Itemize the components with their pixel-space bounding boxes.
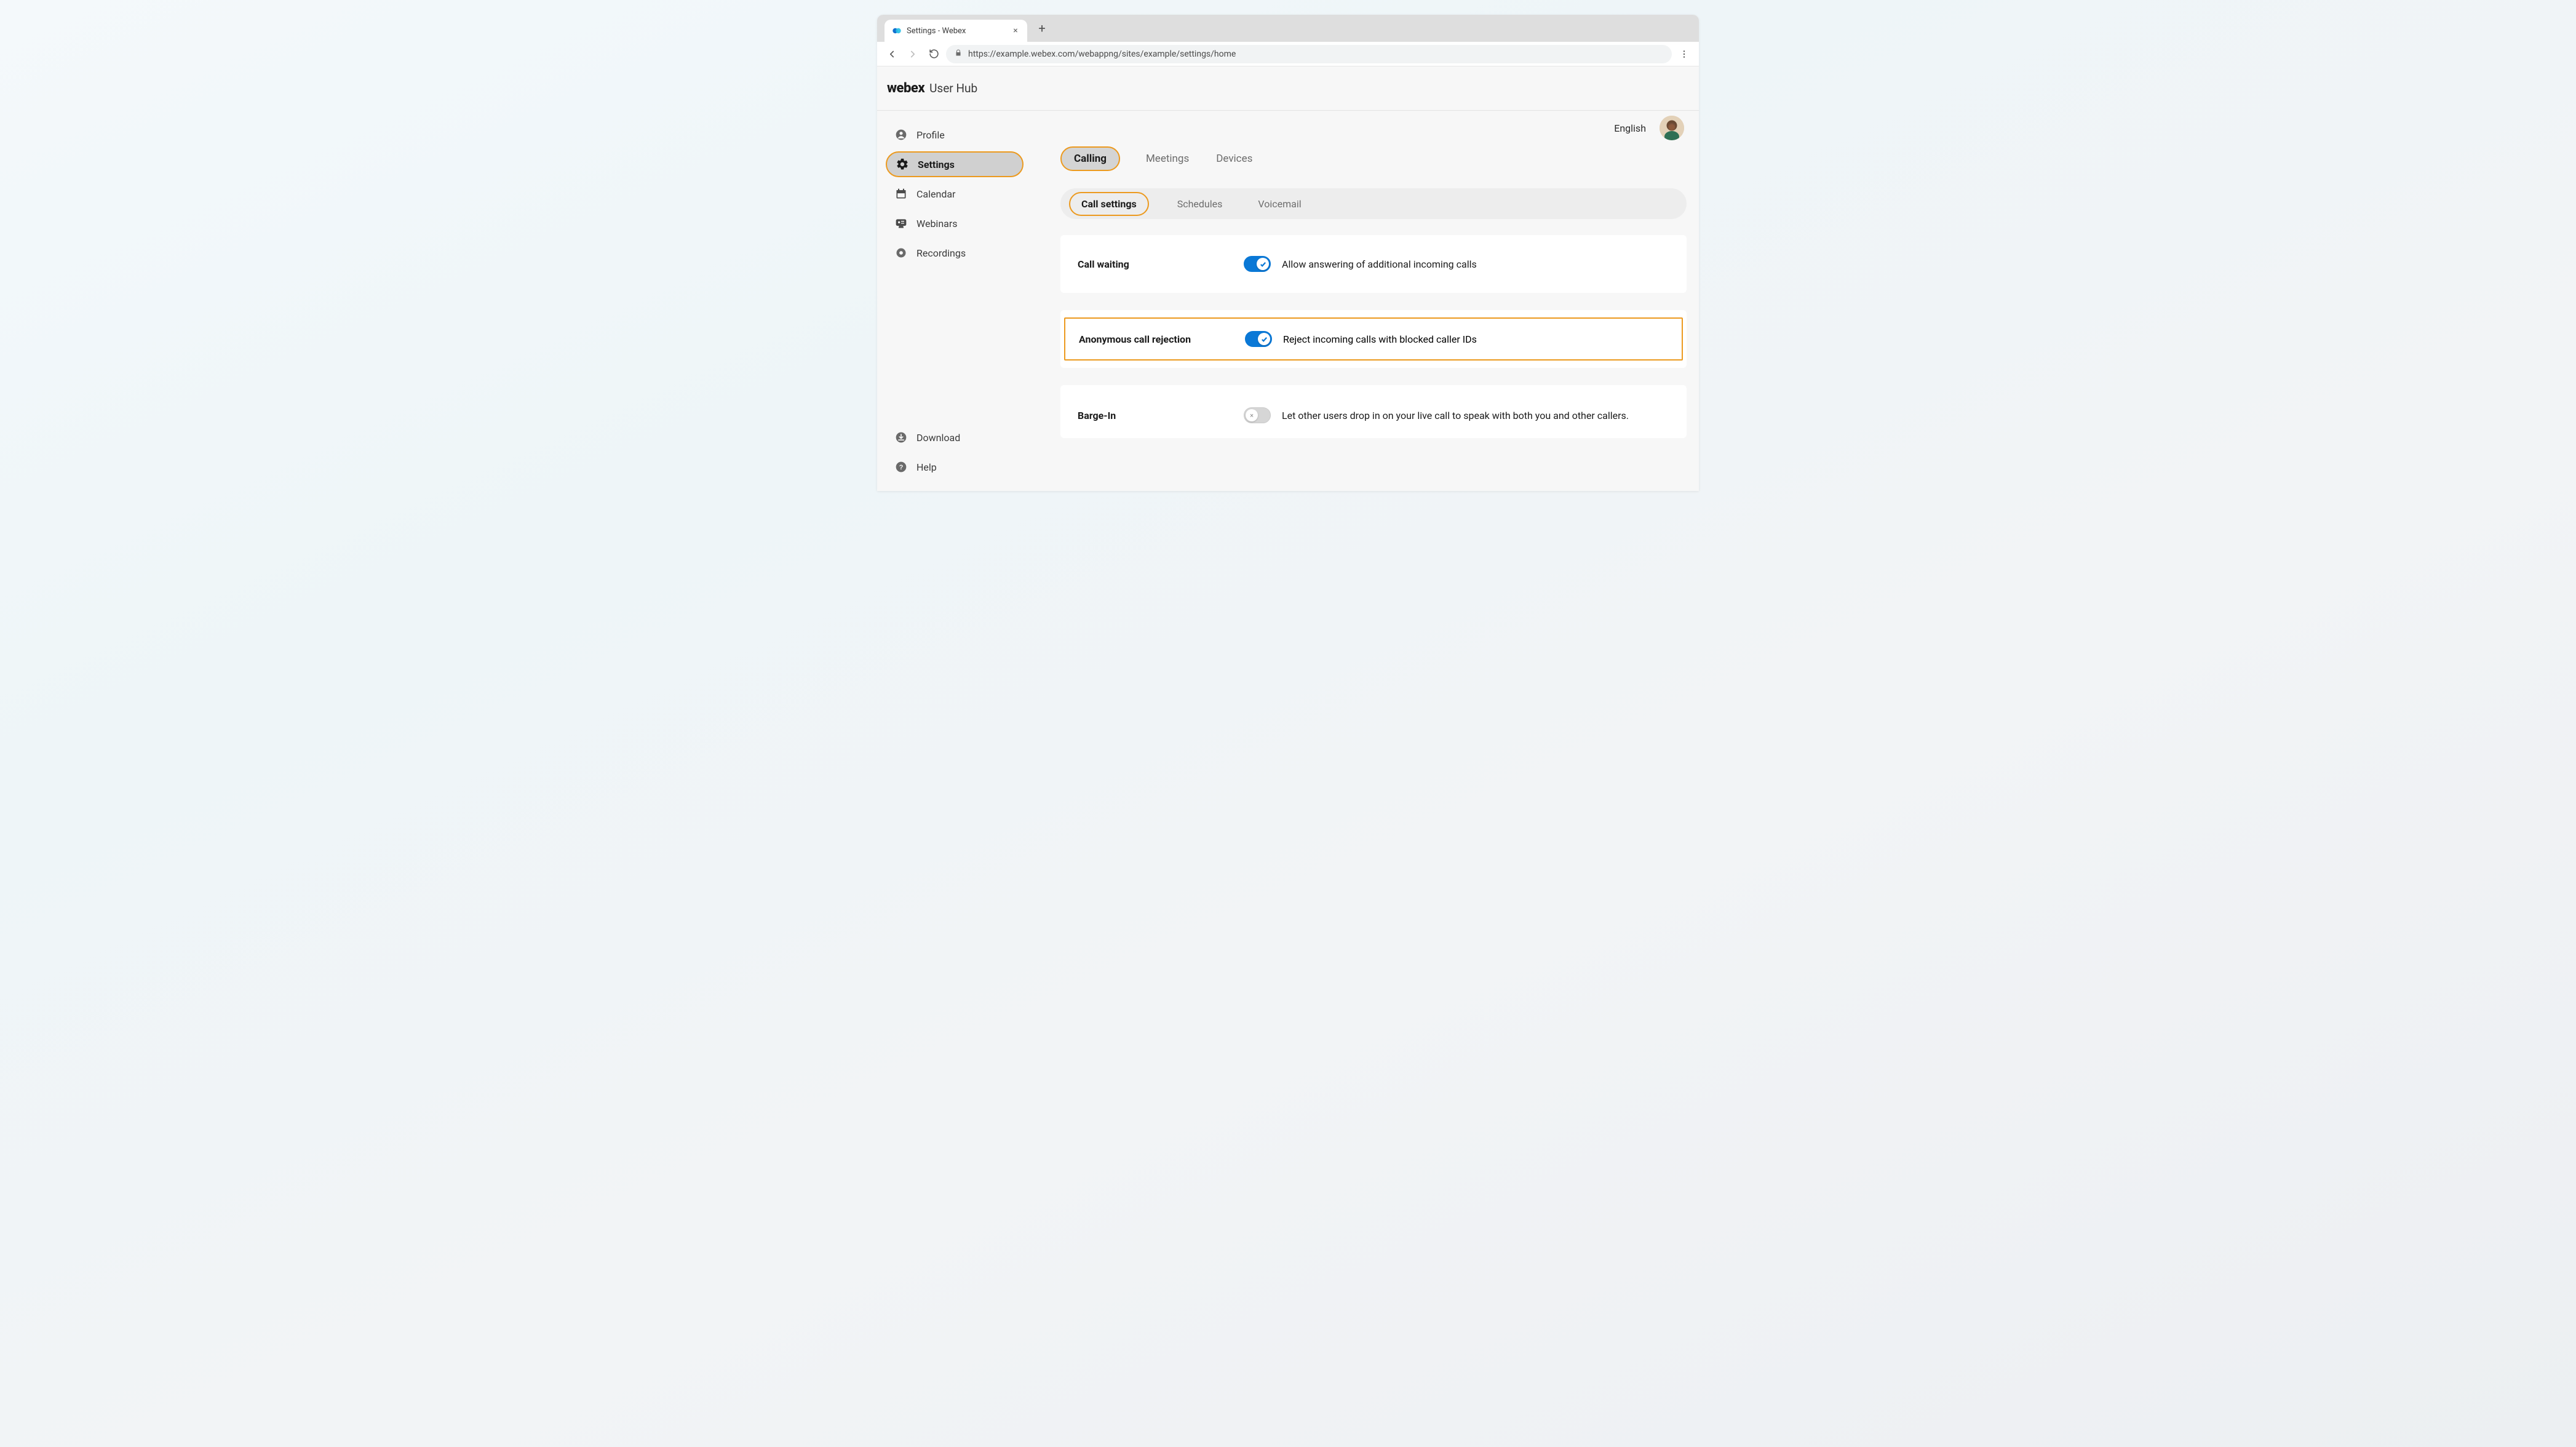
brand-wordmark: webex (887, 81, 924, 96)
sidebar-item-label: Calendar (916, 188, 955, 200)
x-icon: × (1250, 412, 1254, 419)
sidebar-item-webinars[interactable]: Webinars (886, 210, 1024, 236)
browser-window: Settings - Webex × + https://example.web… (877, 15, 1699, 491)
help-icon: ? (894, 460, 908, 474)
sidebar-item-label: Download (916, 432, 960, 444)
sidebar-item-label: Webinars (916, 218, 958, 229)
setting-title: Anonymous call rejection (1079, 333, 1245, 345)
forward-button[interactable] (904, 46, 921, 63)
language-selector[interactable]: English (1614, 122, 1646, 134)
browser-menu-button[interactable] (1676, 46, 1693, 63)
tab-devices[interactable]: Devices (1215, 149, 1254, 169)
back-button[interactable] (883, 46, 900, 63)
setting-title: Barge-In (1078, 410, 1244, 421)
check-icon (1260, 261, 1266, 268)
call-waiting-toggle[interactable] (1244, 256, 1271, 272)
sidebar-item-help[interactable]: ? Help (886, 454, 1024, 480)
person-icon (894, 128, 908, 142)
setting-description: Allow answering of additional incoming c… (1282, 258, 1477, 270)
settings-list: Call waiting Allow answering of addition… (1060, 235, 1687, 438)
setting-barge-in: Barge-In × Let other users drop in on yo… (1060, 385, 1687, 438)
setting-description: Reject incoming calls with blocked calle… (1283, 333, 1477, 345)
header-right: English (1614, 116, 1684, 140)
url-text: https://example.webex.com/webappng/sites… (968, 49, 1236, 59)
tab-meetings[interactable]: Meetings (1145, 149, 1190, 169)
calendar-icon (894, 187, 908, 201)
anonymous-rejection-toggle[interactable] (1245, 331, 1272, 347)
webex-favicon-icon (892, 26, 902, 36)
lock-icon (955, 49, 962, 59)
tab-close-icon[interactable]: × (1010, 25, 1021, 36)
tab-calling[interactable]: Calling (1060, 146, 1120, 171)
sidebar-item-label: Profile (916, 129, 945, 141)
content: English Calling Meetings Dev (1030, 111, 1699, 491)
sidebar-item-calendar[interactable]: Calendar (886, 181, 1024, 207)
svg-text:?: ? (899, 464, 904, 471)
sidebar-item-recordings[interactable]: Recordings (886, 240, 1024, 266)
sidebar-item-label: Settings (918, 159, 955, 170)
subtab-call-settings[interactable]: Call settings (1069, 192, 1149, 216)
reload-button[interactable] (925, 46, 942, 63)
avatar[interactable] (1660, 116, 1684, 140)
barge-in-toggle[interactable]: × (1244, 407, 1271, 423)
setting-anonymous-rejection: Anonymous call rejection Reject incoming… (1060, 310, 1687, 368)
setting-title: Call waiting (1078, 258, 1244, 270)
sidebar-item-label: Recordings (916, 247, 966, 259)
webinar-icon (894, 217, 908, 230)
sidebar-item-download[interactable]: Download (886, 425, 1024, 450)
subtab-schedules[interactable]: Schedules (1170, 194, 1230, 213)
primary-tabs: Calling Meetings Devices (1060, 146, 1687, 171)
sidebar-item-profile[interactable]: Profile (886, 122, 1024, 148)
app-header: webex User Hub (877, 66, 1699, 111)
gear-icon (896, 157, 909, 171)
sidebar-item-label: Help (916, 461, 937, 473)
subtab-voicemail[interactable]: Voicemail (1250, 194, 1308, 213)
new-tab-button[interactable]: + (1033, 20, 1051, 37)
highlight-box: Anonymous call rejection Reject incoming… (1064, 317, 1683, 361)
sidebar-item-settings[interactable]: Settings (886, 151, 1024, 177)
url-bar[interactable]: https://example.webex.com/webappng/sites… (946, 45, 1672, 63)
check-icon (1261, 336, 1268, 343)
setting-call-waiting: Call waiting Allow answering of addition… (1060, 235, 1687, 293)
browser-tabstrip: Settings - Webex × + (877, 15, 1699, 42)
sidebar: Profile Settings Calendar (877, 111, 1030, 491)
browser-tab[interactable]: Settings - Webex × (885, 20, 1027, 42)
browser-tab-title: Settings - Webex (907, 26, 1010, 36)
download-icon (894, 431, 908, 444)
setting-description: Let other users drop in on your live cal… (1282, 410, 1629, 421)
app-body: Profile Settings Calendar (877, 111, 1699, 491)
browser-toolbar: https://example.webex.com/webappng/sites… (877, 42, 1699, 66)
product-name: User Hub (929, 81, 977, 95)
secondary-tabs: Call settings Schedules Voicemail (1060, 188, 1687, 219)
app-root: webex User Hub Profile (877, 66, 1699, 491)
record-icon (894, 246, 908, 260)
